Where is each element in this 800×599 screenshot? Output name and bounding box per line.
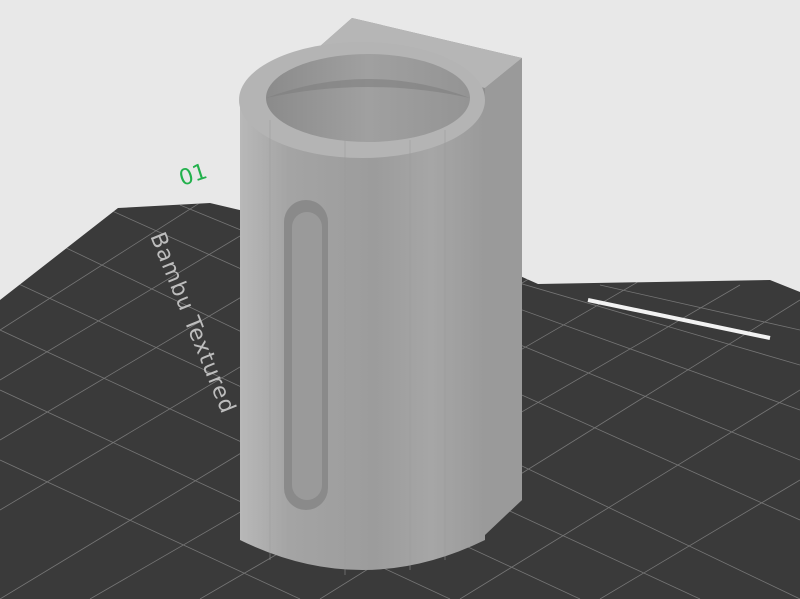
3d-viewport[interactable]: Bambu Textured 01 <box>0 0 800 599</box>
model-object[interactable] <box>239 18 522 575</box>
model-cylinder <box>240 100 485 570</box>
plate-number-icon[interactable]: 01 <box>176 159 210 191</box>
model-cylinder-hole <box>266 54 470 142</box>
build-plate-scene[interactable]: Bambu Textured 01 <box>0 0 800 599</box>
